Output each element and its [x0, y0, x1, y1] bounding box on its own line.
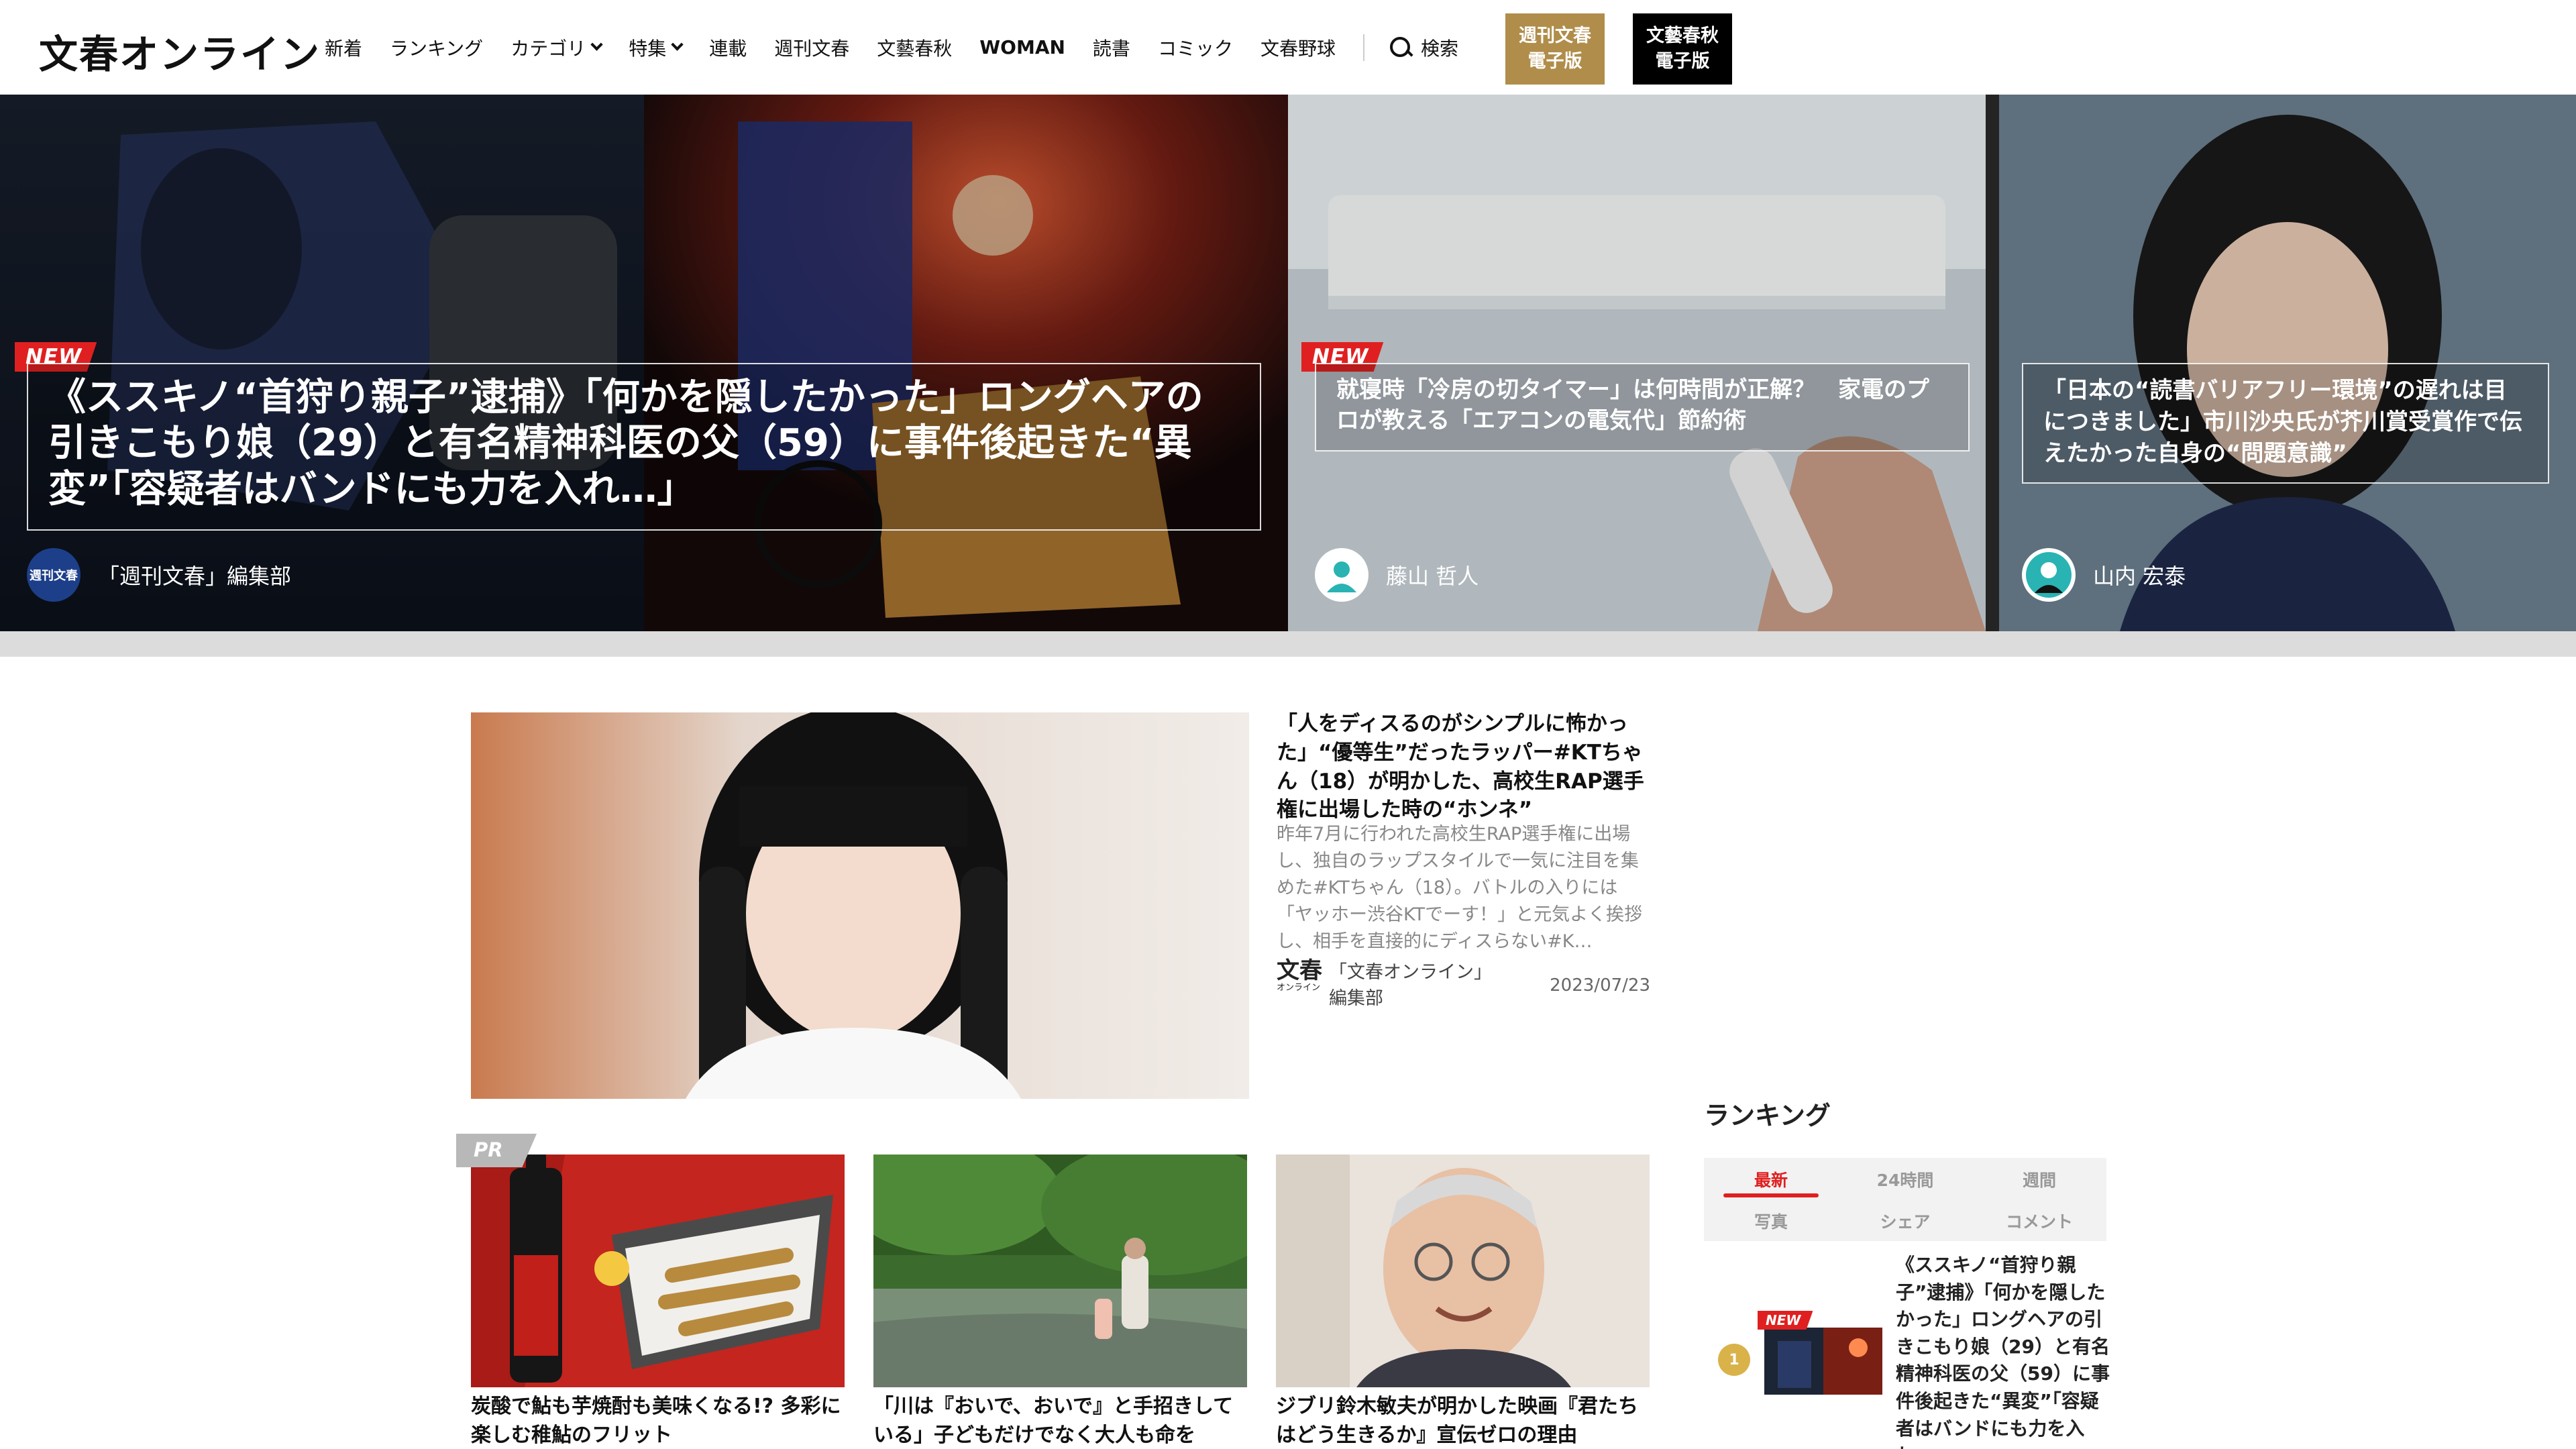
new-badge: NEW — [1758, 1311, 1813, 1330]
search-icon — [1389, 36, 1413, 60]
nav-special[interactable]: 特集 — [629, 34, 684, 61]
hero-carousel: NEW 《ススキノ“首狩り親子”逮捕》「何かを隠したかった」ロングヘアの引きこも… — [0, 95, 2576, 631]
bunshun-digital-label: 文藝春秋 電子版 — [1646, 25, 1719, 72]
hero-second-author[interactable]: 藤山 哲人 — [1315, 548, 1479, 602]
feature-description: 昨年7月に行われた高校生RAP選手権に出場し、独自のラップスタイルで一気に注目を… — [1277, 824, 1643, 952]
feature-date: 2023/07/23 — [1550, 975, 1650, 996]
search-button[interactable]: 検索 — [1389, 34, 1458, 61]
tab-latest[interactable]: 最新 — [1704, 1167, 1838, 1191]
card-title[interactable]: 「川は『おいで、おいで』と手招きしている」子どもだけでなく大人も命を — [873, 1393, 1249, 1449]
user-avatar-icon — [2022, 548, 2076, 602]
hero-divider — [0, 631, 2576, 657]
nav-books-label: 読書 — [1092, 37, 1130, 60]
logo-sub-text: オンライン — [1277, 983, 1321, 993]
feature-author[interactable]: 「文春オンライン」編集部 — [1329, 959, 1483, 1012]
hero-main-author[interactable]: 週刊文春 「週刊文春」編集部 — [27, 548, 291, 602]
main-nav: 新着 ランキング カテゴリ 特集 連載 週刊文春 文藝春秋 WOMAN 読書 コ… — [325, 0, 1486, 95]
hero-second-title-text: 就寝時「冷房の切タイマー」は何時間が正解？ 家電のプロが教える「エアコンの電気代… — [1336, 376, 1929, 434]
nav-serial-label: 連載 — [709, 37, 747, 60]
ranking-heading: ランキング — [1704, 1101, 1831, 1130]
nav-comics[interactable]: コミック — [1158, 34, 1233, 61]
card-title[interactable]: 炭酸で鮎も芋焼酎も美味くなる!? 多彩に楽しむ稚鮎のフリット — [471, 1393, 847, 1449]
card-title[interactable]: ジブリ鈴木敏夫が明かした映画『君たちはどう生きるか』宣伝ゼロの理由 — [1276, 1393, 1652, 1449]
tab-weekly[interactable]: 週間 — [1972, 1167, 2106, 1191]
tab-comment[interactable]: コメント — [1972, 1209, 2106, 1233]
feature-title[interactable]: 「人をディスるのがシンプルに怖かった」“優等生”だったラッパー#KTちゃん（18… — [1277, 710, 1652, 824]
chevron-down-icon — [590, 38, 603, 51]
weekly-digital-label: 週刊文春 電子版 — [1519, 25, 1591, 72]
nav-ranking[interactable]: ランキング — [390, 34, 483, 61]
feature-image[interactable] — [471, 712, 1249, 1099]
logo-main-text: 文春 — [1277, 957, 1322, 984]
tab-24h[interactable]: 24時間 — [1838, 1167, 1972, 1191]
nav-serial[interactable]: 連載 — [709, 34, 747, 61]
hero-third-title-text: 「日本の“読書バリアフリー環境”の遅れは目につきました」市川沙央氏が芥川賞受賞作… — [2043, 377, 2522, 467]
hero-main-title[interactable]: 《ススキノ“首狩り親子”逮捕》「何かを隠したかった」ロングヘアの引きこもり娘（2… — [27, 363, 1261, 531]
nav-weekly-bunshun-label: 週刊文春 — [774, 37, 850, 60]
hero-second-title[interactable]: 就寝時「冷房の切タイマー」は何時間が正解？ 家電のプロが教える「エアコンの電気代… — [1315, 363, 1970, 451]
nav-woman[interactable]: WOMAN — [979, 36, 1065, 58]
ranking-item-title[interactable]: 《ススキノ“首狩り親子”逮捕》「何かを隠したかった」ロングヘアの引きこもり娘（2… — [1896, 1252, 2110, 1449]
site-header: 文春オンライン 新着 ランキング カテゴリ 特集 連載 週刊文春 文藝春秋 WO… — [0, 0, 2576, 95]
hero-main-title-text: 《ススキノ“首狩り親子”逮捕》「何かを隠したかった」ロングヘアの引きこもり娘（2… — [48, 376, 1203, 511]
nav-woman-label: WOMAN — [979, 36, 1065, 58]
weekly-digital-button[interactable]: 週刊文春 電子版 — [1505, 13, 1605, 85]
nav-new[interactable]: 新着 — [325, 34, 362, 61]
active-tab-indicator — [1723, 1193, 1819, 1197]
card-pr-image[interactable] — [471, 1155, 845, 1387]
nav-books[interactable]: 読書 — [1093, 34, 1130, 61]
hero-second-author-name: 藤山 哲人 — [1386, 564, 1479, 589]
nav-new-label: 新着 — [325, 37, 363, 60]
nav-comics-label: コミック — [1157, 37, 1233, 60]
hero-main-author-name: 「週刊文春」編集部 — [98, 564, 292, 589]
nav-bungeishunju-label: 文藝春秋 — [877, 37, 953, 60]
tab-share[interactable]: シェア — [1838, 1209, 1972, 1233]
nav-baseball[interactable]: 文春野球 — [1260, 34, 1336, 61]
nav-special-label: 特集 — [629, 37, 667, 60]
nav-weekly-bunshun[interactable]: 週刊文春 — [774, 34, 849, 61]
hero-third-author[interactable]: 山内 宏泰 — [2022, 548, 2186, 602]
nav-baseball-label: 文春野球 — [1260, 37, 1336, 60]
hero-third-title[interactable]: 「日本の“読書バリアフリー環境”の遅れは目につきました」市川沙央氏が芥川賞受賞作… — [2022, 363, 2549, 484]
rank-medal-icon: 1 — [1718, 1344, 1750, 1376]
ranking-item-thumbnail[interactable] — [1764, 1328, 1882, 1395]
ranking-tabs: 最新 24時間 週間 写真 シェア コメント — [1704, 1158, 2106, 1241]
card-ghibli-image[interactable] — [1276, 1155, 1650, 1387]
nav-category-label: カテゴリ — [511, 37, 586, 60]
avatar-text: 週刊文春 — [30, 569, 78, 583]
tab-photo[interactable]: 写真 — [1704, 1209, 1838, 1233]
search-label: 検索 — [1420, 37, 1458, 60]
chevron-down-icon — [671, 38, 684, 51]
nav-ranking-label: ランキング — [390, 37, 484, 60]
bunshun-digital-button[interactable]: 文藝春秋 電子版 — [1633, 13, 1732, 85]
feature-meta: 文春 オンライン 「文春オンライン」編集部 2023/07/23 — [1277, 959, 1650, 1013]
nav-category[interactable]: カテゴリ — [511, 34, 603, 61]
nav-divider — [1362, 34, 1364, 61]
avatar: 週刊文春 — [27, 548, 80, 602]
hero-third-author-name: 山内 宏泰 — [2093, 564, 2186, 589]
card-river-image[interactable] — [873, 1155, 1247, 1387]
user-avatar-icon — [1315, 548, 1368, 602]
nav-bungeishunju[interactable]: 文藝春秋 — [877, 34, 952, 61]
bunshun-online-logo: 文春 オンライン — [1277, 959, 1324, 1006]
site-logo[interactable]: 文春オンライン — [39, 23, 321, 79]
